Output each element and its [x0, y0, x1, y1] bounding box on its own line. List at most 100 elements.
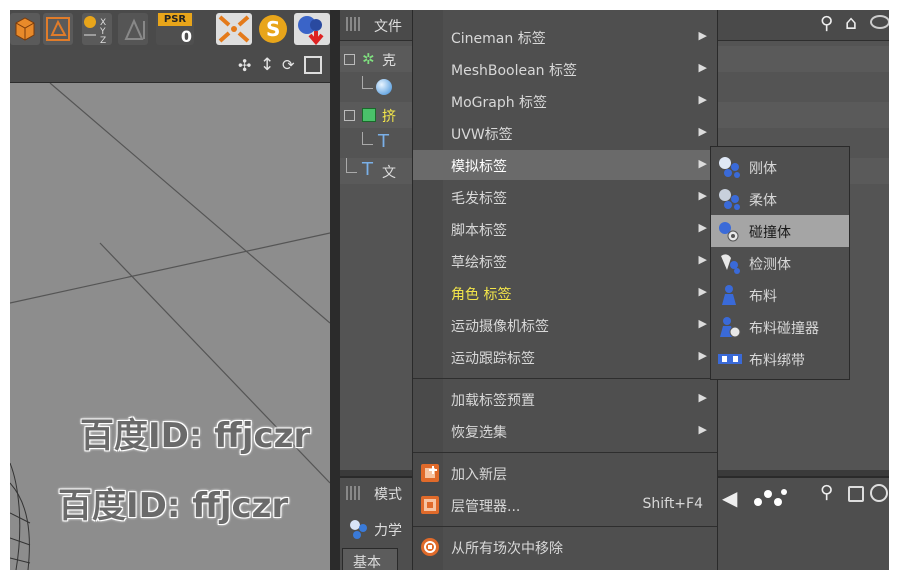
menu-item-cineman-tags[interactable]: Cineman 标签 ▶ — [413, 22, 717, 52]
file-menu[interactable]: 文件 — [374, 16, 402, 36]
tree-connector — [346, 158, 357, 173]
menu-item-label: 毛发标签 — [451, 191, 507, 207]
menu-item-uvw-tags[interactable]: UVW标签 ▶ — [413, 118, 717, 148]
make-editable-icon[interactable] — [43, 13, 73, 45]
world-coord-icon[interactable] — [118, 13, 148, 45]
menu-item-label: UVW标签 — [451, 127, 513, 143]
watermark: 百度ID: ffjczr — [80, 416, 311, 456]
target-icon[interactable] — [870, 484, 888, 502]
submenu-item-label: 布料 — [749, 289, 777, 305]
submenu-item-rigid-body[interactable]: 刚体 — [711, 151, 849, 183]
expand-icon[interactable] — [344, 54, 355, 65]
remove-takes-icon — [419, 536, 441, 558]
menu-item-motion-camera-tags[interactable]: 运动摄像机标签 ▶ — [413, 310, 717, 340]
menu-item-character-tags[interactable]: 角色 标签 ▶ — [413, 278, 717, 308]
submenu-item-label: 刚体 — [749, 161, 777, 177]
panel-divider[interactable] — [330, 10, 340, 570]
menu-item-hair-tags[interactable]: 毛发标签 ▶ — [413, 182, 717, 212]
menu-item-script-tags[interactable]: 脚本标签 ▶ — [413, 214, 717, 244]
menu-item-remove-from-all-takes[interactable]: 从所有场次中移除 — [413, 532, 717, 562]
viewport-header: ✣ ↕ ⟳ — [10, 50, 340, 83]
collider-body-icon — [717, 220, 741, 242]
menu-item-label: 角色 标签 — [451, 287, 512, 303]
move-view-icon[interactable]: ✣ — [238, 56, 251, 75]
submenu-item-cloth-belt[interactable]: 布料绑带 — [711, 343, 849, 375]
ghost-body-icon — [717, 252, 741, 274]
zoom-view-icon[interactable]: ↕ — [260, 55, 274, 75]
shortcut-label: Shift+F4 — [642, 496, 703, 512]
mode-menu[interactable]: 模式 — [374, 484, 402, 504]
menu-item-motion-tracker-tags[interactable]: 运动跟踪标签 ▶ — [413, 342, 717, 372]
expand-icon[interactable] — [344, 110, 355, 121]
menu-item-load-tag-preset[interactable]: 加载标签预置 ▶ — [413, 384, 717, 414]
lock-icon[interactable] — [848, 486, 864, 502]
main-toolbar: XYZ PSR 0 S — [10, 10, 340, 51]
home-icon[interactable]: ⌂ — [845, 12, 857, 34]
menu-separator — [413, 378, 717, 379]
rotate-view-icon[interactable]: ⟳ — [282, 56, 295, 74]
submenu-item-label: 检测体 — [749, 257, 791, 273]
search-icon[interactable]: ⚲ — [820, 13, 833, 34]
menu-item-label: 加入新层 — [451, 467, 507, 483]
c4d-window: XYZ PSR 0 S ✣ ↕ ⟳ 文件 ⚲ ⌂ ✲ 克 挤 T T 文 模式 … — [10, 10, 889, 570]
psr-button[interactable]: PSR 0 — [156, 13, 194, 46]
back-arrow-icon[interactable]: ◀ — [722, 486, 737, 510]
maximize-view-icon[interactable] — [304, 56, 322, 74]
menu-item-sketch-tags[interactable]: 草绘标签 ▶ — [413, 246, 717, 276]
tab-basic-label: 基本 — [353, 555, 381, 570]
submenu-item-label: 柔体 — [749, 193, 777, 209]
watermark: 百度ID: ffjczr — [58, 486, 289, 526]
grip-icon[interactable] — [346, 17, 362, 31]
tree-item-label: 挤 — [382, 109, 396, 125]
menu-item-label: MeshBoolean 标签 — [451, 63, 577, 79]
tree-connector — [362, 132, 373, 145]
menu-item-label: 模拟标签 — [451, 159, 507, 175]
tab-basic[interactable]: 基本 — [342, 548, 398, 570]
cube-icon[interactable] — [10, 13, 40, 45]
menu-item-restore-selection[interactable]: 恢复选集 ▶ — [413, 416, 717, 446]
submenu-arrow-icon: ▶ — [698, 29, 707, 42]
menu-item-mograph-tags[interactable]: MoGraph 标签 ▶ — [413, 86, 717, 116]
submenu-arrow-icon: ▶ — [698, 423, 707, 436]
tag-context-menu: Cineman 标签 ▶ MeshBoolean 标签 ▶ MoGraph 标签 ▶ … — [412, 10, 718, 570]
submenu-item-ghost-body[interactable]: 检测体 — [711, 247, 849, 279]
tree-item-label: 文 — [382, 165, 396, 181]
submenu-arrow-icon: ▶ — [698, 285, 707, 298]
submenu-item-cloth-collider[interactable]: 布料碰撞器 — [711, 311, 849, 343]
psr-value: 0 — [180, 27, 192, 46]
tree-item-label: 克 — [382, 53, 396, 69]
text-object-icon: T — [378, 131, 389, 152]
submenu-item-label: 布料碰撞器 — [749, 321, 819, 337]
submenu-item-label: 碰撞体 — [749, 225, 791, 241]
submenu-item-label: 布料绑带 — [749, 353, 805, 369]
render-icon[interactable] — [294, 13, 330, 46]
axis-lock-icon[interactable]: XYZ — [82, 13, 112, 46]
extrude-icon — [362, 108, 376, 122]
submenu-arrow-icon: ▶ — [698, 317, 707, 330]
svg-text:S: S — [266, 17, 280, 41]
submenu-item-soft-body[interactable]: 柔体 — [711, 183, 849, 215]
tree-connector — [362, 76, 373, 89]
sketch-s-icon[interactable]: S — [255, 13, 291, 45]
menu-item-layer-manager[interactable]: 层管理器... Shift+F4 — [413, 490, 717, 520]
submenu-item-collider-body[interactable]: 碰撞体 — [711, 215, 849, 247]
menu-item-label: 运动跟踪标签 — [451, 351, 535, 367]
submenu-item-cloth[interactable]: 布料 — [711, 279, 849, 311]
cloth-collider-icon — [717, 316, 741, 338]
submenu-arrow-icon: ▶ — [698, 125, 707, 138]
snap-icon[interactable] — [216, 13, 252, 45]
grip-icon[interactable] — [346, 486, 362, 500]
cloner-icon: ✲ — [362, 50, 375, 68]
search-icon[interactable]: ⚲ — [820, 482, 833, 503]
menu-item-add-new-layer[interactable]: 加入新层 — [413, 458, 717, 488]
dynamics-label: 力学 — [374, 523, 402, 539]
menu-item-label: 草绘标签 — [451, 255, 507, 271]
menu-item-meshboolean-tags[interactable]: MeshBoolean 标签 ▶ — [413, 54, 717, 84]
submenu-arrow-icon: ▶ — [698, 391, 707, 404]
menu-item-simulation-tags[interactable]: 模拟标签 ▶ — [413, 150, 717, 180]
add-layer-icon — [419, 462, 441, 484]
filter-icon[interactable] — [870, 15, 889, 29]
rigid-body-icon — [717, 156, 741, 178]
node-icon[interactable] — [752, 484, 788, 508]
dynamics-icon — [348, 518, 370, 540]
